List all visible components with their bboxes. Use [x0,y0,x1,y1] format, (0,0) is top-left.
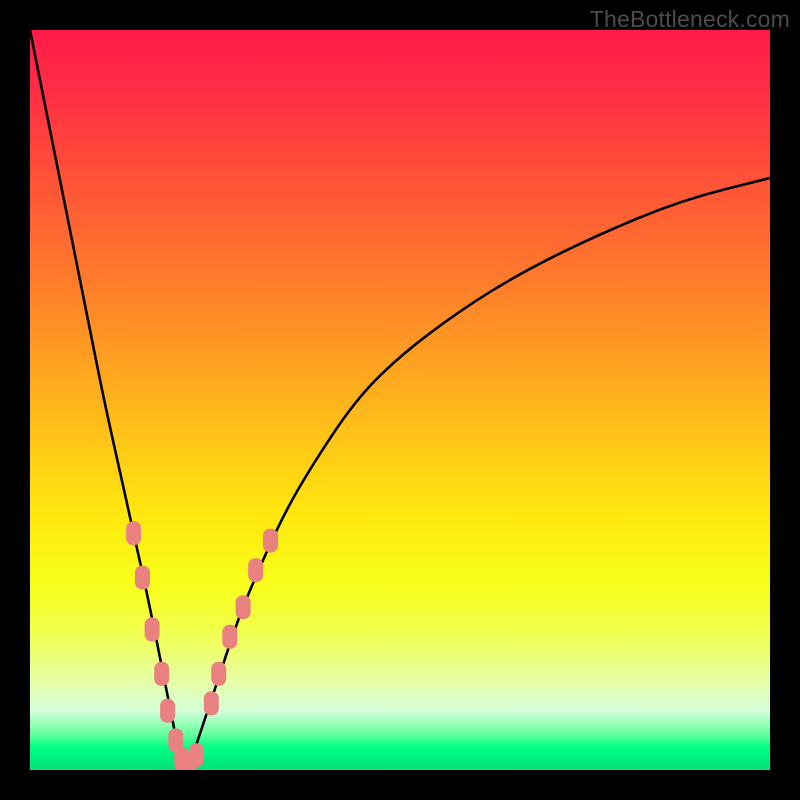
highlight-bead [126,521,141,545]
highlight-bead [204,691,219,715]
bottleneck-curve-svg [30,30,770,770]
highlight-bead [236,595,251,619]
highlight-bead [248,558,263,582]
highlight-bead [189,743,204,767]
highlight-bead [263,529,278,553]
bead-group [126,521,278,770]
watermark-text: TheBottleneck.com [590,6,790,33]
highlight-bead [154,662,169,686]
curve-path-group [30,30,770,766]
highlight-bead [145,617,160,641]
plot-area [30,30,770,770]
highlight-bead [211,662,226,686]
highlight-bead [160,699,175,723]
curve-path [30,30,770,766]
highlight-bead [222,625,237,649]
highlight-bead [135,566,150,590]
